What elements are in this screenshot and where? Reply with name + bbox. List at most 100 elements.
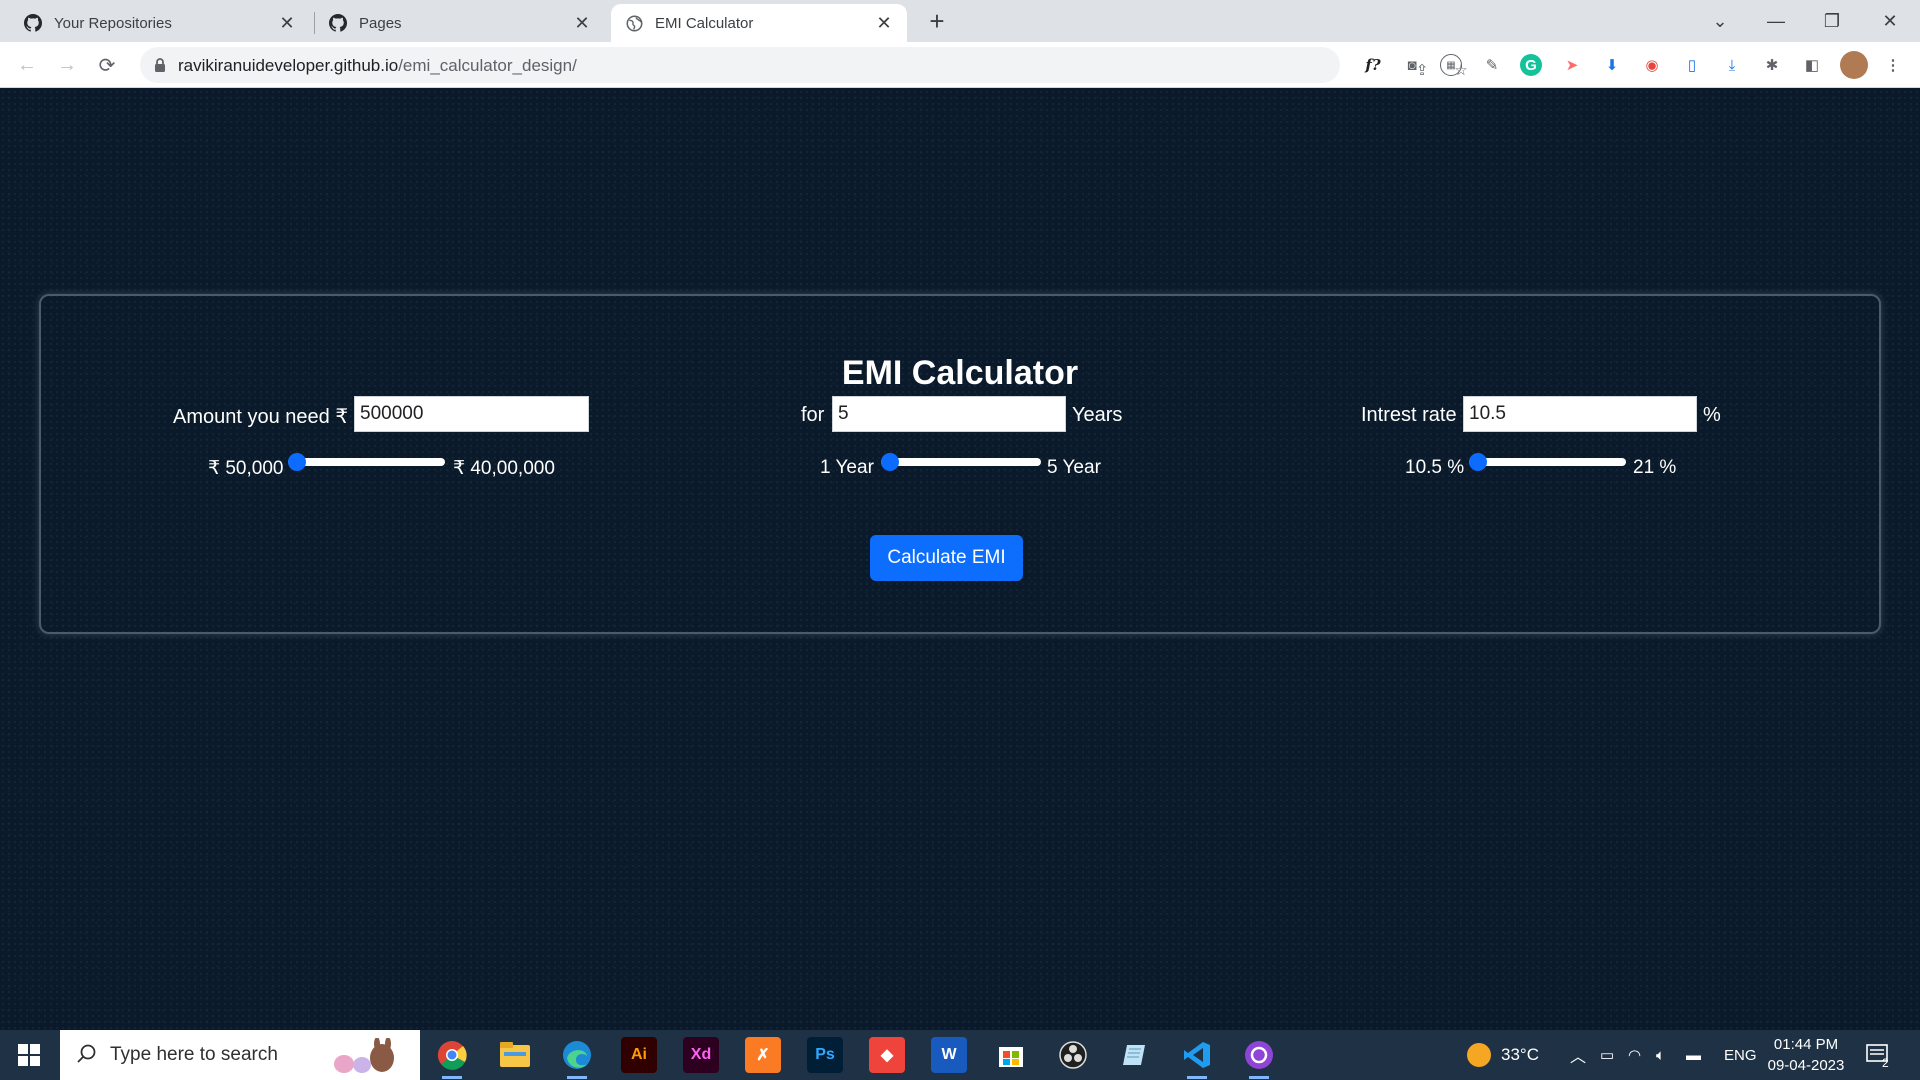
calculate-emi-button[interactable]: Calculate EMI — [870, 535, 1023, 581]
windows-taskbar: Type here to search Ai Xd ✗ Ps ◆ W 33°C … — [0, 1030, 1920, 1080]
grammarly-extension-icon[interactable]: G — [1520, 54, 1542, 76]
interest-input[interactable] — [1463, 396, 1697, 432]
tab-title: Pages — [359, 14, 402, 32]
slider-thumb[interactable] — [288, 453, 306, 471]
close-window-icon[interactable]: ✕ — [1864, 0, 1916, 42]
sun-icon — [1467, 1043, 1491, 1067]
show-hidden-icons-chevron-icon[interactable]: ︿ — [1570, 1030, 1586, 1080]
interest-suffix-label: % — [1703, 404, 1721, 426]
edge-icon[interactable] — [559, 1037, 595, 1079]
emi-calculator-card: EMI Calculator Amount you need ₹ ₹ 50,00… — [39, 294, 1881, 634]
wifi-icon[interactable]: ◠ — [1628, 1030, 1641, 1080]
interest-label: Intrest rate — [1361, 404, 1457, 426]
tenure-min-label: 1 Year — [820, 457, 874, 478]
amount-max-label: ₹ 40,00,000 — [453, 458, 555, 479]
tenure-input[interactable] — [832, 396, 1066, 432]
screencast-extension-icon[interactable]: ➤ — [1561, 54, 1583, 76]
reload-icon[interactable]: ⟳ — [92, 50, 122, 80]
slider-track — [1469, 458, 1626, 466]
close-tab-icon[interactable]: ✕ — [278, 14, 296, 32]
tab-title: Your Repositories — [54, 14, 172, 32]
url-host: ravikiranuideveloper.github.io — [178, 56, 399, 75]
photoshop-icon[interactable]: Ps — [807, 1037, 843, 1073]
color-picker-extension-icon[interactable]: ✎ — [1481, 54, 1503, 76]
url-text: ravikiranuideveloper.github.io/emi_calcu… — [178, 56, 577, 76]
weather-temperature: 33°C — [1501, 1045, 1539, 1064]
downloads-icon[interactable]: ⤓ — [1721, 54, 1743, 76]
easter-search-highlight-icon — [322, 1037, 412, 1080]
clock-time: 01:44 PM — [1773, 1036, 1839, 1053]
anydesk-icon[interactable]: ◆ — [869, 1037, 905, 1073]
qr-extension-icon[interactable]: ▦ — [1440, 54, 1462, 76]
side-panel-icon[interactable]: ◧ — [1801, 54, 1823, 76]
lock-icon — [154, 57, 166, 78]
close-tab-icon[interactable]: ✕ — [573, 14, 591, 32]
xd-icon[interactable]: Xd — [683, 1037, 719, 1073]
slider-thumb[interactable] — [1469, 453, 1487, 471]
profile-avatar[interactable] — [1840, 51, 1868, 79]
taskbar-search-box[interactable]: Type here to search — [60, 1030, 420, 1080]
url-path: /emi_calculator_design/ — [398, 56, 577, 75]
chrome-menu-icon[interactable]: ⋮ — [1882, 54, 1904, 76]
slider-track — [881, 458, 1041, 466]
minimize-icon[interactable]: — — [1750, 0, 1802, 42]
tab-your-repositories[interactable]: Your Repositories ✕ — [10, 4, 310, 42]
chrome-icon[interactable] — [434, 1037, 470, 1079]
forward-icon[interactable]: → — [52, 50, 82, 80]
slider-track — [288, 458, 445, 466]
formula-extension-icon[interactable]: f? — [1362, 54, 1384, 76]
obs-icon[interactable] — [1055, 1037, 1091, 1073]
volume-icon[interactable]: 🔈︎ — [1656, 1030, 1665, 1080]
extensions-puzzle-icon[interactable]: ✱ — [1761, 54, 1783, 76]
github-icon — [329, 14, 347, 32]
search-placeholder: Type here to search — [110, 1044, 278, 1065]
back-icon[interactable]: ← — [12, 50, 42, 80]
notes-icon[interactable] — [1117, 1037, 1153, 1073]
github-icon — [24, 14, 42, 32]
restore-icon[interactable]: ❐ — [1806, 0, 1858, 42]
search-icon — [76, 1043, 98, 1070]
amount-min-label: ₹ 50,000 — [208, 458, 284, 479]
amount-label: Amount you need ₹ — [173, 406, 349, 428]
tenure-prefix-label: for — [801, 404, 825, 426]
browser-tab-strip: Your Repositories ✕ Pages ✕ EMI Calculat… — [0, 0, 1920, 42]
store-icon[interactable] — [993, 1037, 1029, 1073]
document-extension-icon[interactable]: ▯ — [1681, 54, 1703, 76]
tenure-suffix-label: Years — [1072, 404, 1123, 426]
address-bar[interactable]: ravikiranuideveloper.github.io/emi_calcu… — [140, 47, 1468, 83]
meet-now-icon[interactable]: ▭ — [1600, 1030, 1614, 1080]
screen-capture-extension-icon[interactable]: ◉ — [1641, 54, 1663, 76]
interest-max-label: 21 % — [1633, 457, 1677, 478]
slider-thumb[interactable] — [881, 453, 899, 471]
illustrator-icon[interactable]: Ai — [621, 1037, 657, 1073]
taskbar-clock[interactable]: 01:44 PM 09-04-2023 — [1766, 1034, 1846, 1076]
clock-date: 09-04-2023 — [1767, 1057, 1845, 1074]
amount-slider[interactable] — [288, 452, 445, 472]
weather-widget[interactable]: 33°C — [1467, 1030, 1539, 1080]
vscode-icon[interactable] — [1179, 1037, 1215, 1079]
windows-start-icon[interactable] — [0, 1030, 58, 1080]
browser-toolbar: ← → ⟳ ravikiranuideveloper.github.io/emi… — [0, 42, 1920, 88]
camera-extension-icon[interactable]: ◙ — [1401, 54, 1423, 76]
language-indicator[interactable]: ENG — [1724, 1030, 1757, 1080]
amount-input[interactable] — [354, 396, 589, 432]
xampp-icon[interactable]: ✗ — [745, 1037, 781, 1073]
page-background: EMI Calculator Amount you need ₹ ₹ 50,00… — [0, 89, 1920, 1030]
notification-center-icon[interactable]: 2 — [1866, 1030, 1897, 1080]
new-tab-button[interactable]: + — [922, 6, 952, 36]
close-tab-icon[interactable]: ✕ — [875, 14, 893, 32]
github-desktop-icon[interactable] — [1241, 1037, 1277, 1079]
tenure-slider[interactable] — [881, 452, 1041, 472]
interest-min-label: 10.5 % — [1405, 457, 1465, 478]
tenure-max-label: 5 Year — [1047, 457, 1101, 478]
file-explorer-icon[interactable] — [497, 1037, 533, 1073]
interest-slider[interactable] — [1469, 452, 1626, 472]
globe-icon — [625, 14, 643, 32]
tab-pages[interactable]: Pages ✕ — [315, 4, 605, 42]
tab-emi-calculator[interactable]: EMI Calculator ✕ — [611, 4, 907, 42]
tab-search-chevron-icon[interactable]: ⌄ — [1694, 0, 1746, 42]
battery-icon[interactable]: ▬ — [1686, 1030, 1701, 1080]
tab-title: EMI Calculator — [655, 14, 754, 32]
word-icon[interactable]: W — [931, 1037, 967, 1073]
download-manager-extension-icon[interactable]: ⬇ — [1601, 54, 1623, 76]
